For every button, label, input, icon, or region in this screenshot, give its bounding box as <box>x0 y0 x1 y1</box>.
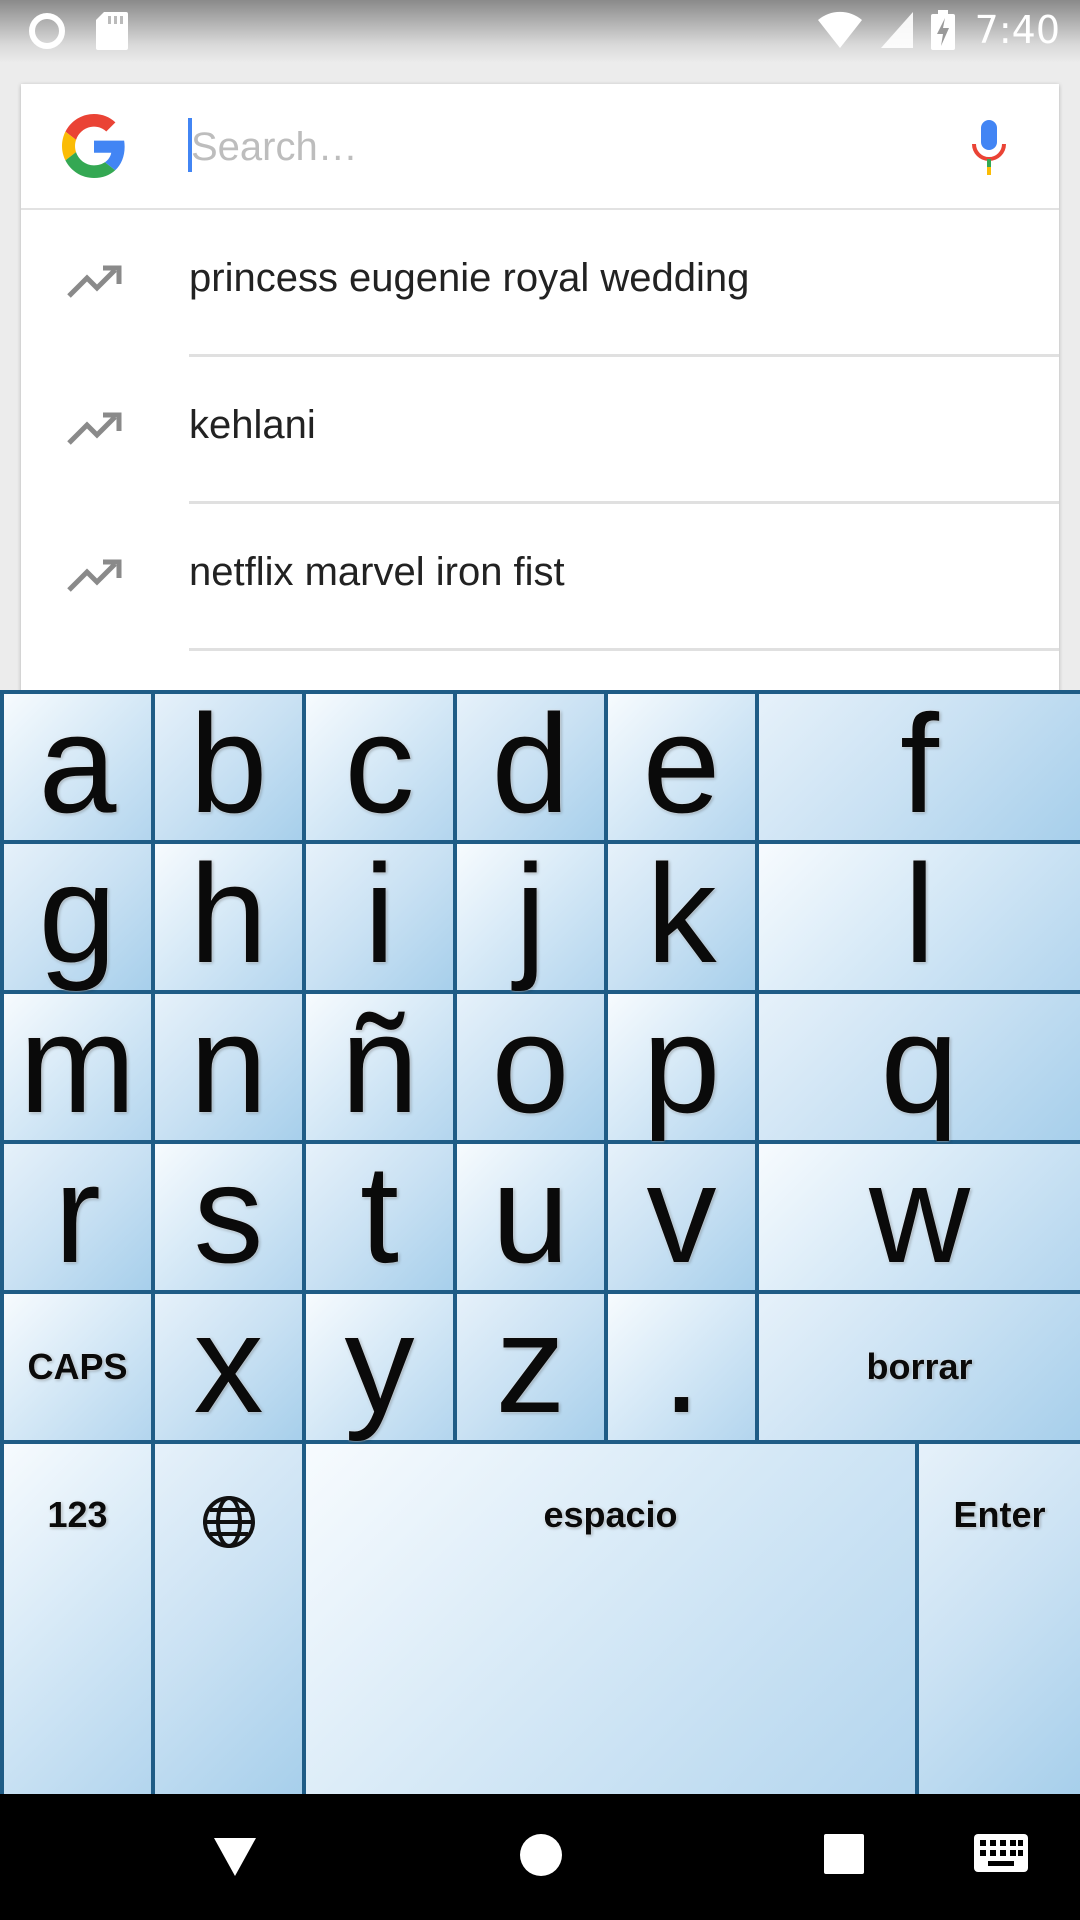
key-label: a <box>38 685 117 842</box>
key-label: n <box>189 985 268 1142</box>
key-r[interactable]: r <box>4 1144 151 1290</box>
key-z[interactable]: z <box>457 1294 604 1440</box>
key-label: borrar <box>866 1346 973 1387</box>
text-cursor <box>188 118 192 172</box>
status-time: 7:40 <box>974 8 1060 52</box>
key-g[interactable]: g <box>4 844 151 990</box>
on-screen-keyboard: 123 espacio Enter abcdefghijklmnñopqrstu… <box>0 690 1080 1794</box>
suggestion-item[interactable]: princess eugenie royal wedding <box>21 210 1059 357</box>
trending-icon <box>67 265 122 298</box>
key-label: g <box>38 835 117 992</box>
key-label: ñ <box>340 985 419 1142</box>
status-bar: 7:40 <box>0 0 1080 63</box>
key-label: v <box>646 1135 717 1292</box>
search-input[interactable] <box>185 112 945 182</box>
divider <box>189 648 1059 651</box>
key-h[interactable]: h <box>155 844 302 990</box>
key-label: r <box>54 1135 101 1292</box>
microphone-icon[interactable] <box>971 120 1007 176</box>
suggestion-label: netflix marvel iron fist <box>189 550 565 594</box>
key-e[interactable]: e <box>608 694 755 840</box>
key-f[interactable]: f <box>759 694 1080 840</box>
key-m[interactable]: m <box>4 994 151 1140</box>
trending-icon <box>67 559 122 592</box>
period-key[interactable]: . <box>608 1294 755 1440</box>
battery-charging-icon <box>930 10 955 50</box>
space-key[interactable]: espacio <box>306 1444 915 1794</box>
suggestion-item[interactable]: kehlani <box>21 357 1059 504</box>
enter-key[interactable]: Enter <box>919 1444 1080 1794</box>
key-label: p <box>642 985 721 1142</box>
key-label: Enter <box>953 1494 1046 1535</box>
suggestion-label: kehlani <box>189 403 316 447</box>
key-label: x <box>193 1285 264 1442</box>
key-p[interactable]: p <box>608 994 755 1140</box>
numbers-key[interactable]: 123 <box>4 1444 151 1794</box>
key-t[interactable]: t <box>306 1144 453 1290</box>
key-label: s <box>193 1135 264 1292</box>
key-label: u <box>491 1135 570 1292</box>
key-label: l <box>903 835 936 992</box>
key-label: w <box>868 1135 971 1292</box>
home-icon[interactable] <box>518 1832 564 1878</box>
key-label: b <box>189 685 268 842</box>
key-label: z <box>495 1285 566 1442</box>
key-x[interactable]: x <box>155 1294 302 1440</box>
key-w[interactable]: w <box>759 1144 1080 1290</box>
key-l[interactable]: l <box>759 844 1080 990</box>
key-label: 123 <box>47 1494 108 1535</box>
key-d[interactable]: d <box>457 694 604 840</box>
key-label: y <box>344 1285 415 1442</box>
key-label: k <box>646 835 717 992</box>
key-label: d <box>491 685 570 842</box>
delete-key[interactable]: borrar <box>759 1294 1080 1440</box>
search-bar <box>21 84 1059 210</box>
key-u[interactable]: u <box>457 1144 604 1290</box>
key-a[interactable]: a <box>4 694 151 840</box>
key-v[interactable]: v <box>608 1144 755 1290</box>
caps-key[interactable]: CAPS <box>4 1294 151 1440</box>
key-n[interactable]: n <box>155 994 302 1140</box>
key-label: c <box>344 685 415 842</box>
key-j[interactable]: j <box>457 844 604 990</box>
key-label: CAPS <box>27 1346 128 1387</box>
key-c[interactable]: c <box>306 694 453 840</box>
key-ñ[interactable]: ñ <box>306 994 453 1140</box>
key-s[interactable]: s <box>155 1144 302 1290</box>
key-label: . <box>662 1285 701 1442</box>
google-g-icon <box>62 114 125 178</box>
key-label: f <box>900 685 939 842</box>
wifi-icon <box>817 11 862 48</box>
key-label: espacio <box>543 1494 678 1535</box>
recents-icon[interactable] <box>824 1834 864 1874</box>
key-label: q <box>880 985 959 1142</box>
key-label: e <box>642 685 721 842</box>
key-i[interactable]: i <box>306 844 453 990</box>
sd-card-icon <box>96 12 128 50</box>
key-label: j <box>514 835 547 992</box>
globe-icon <box>202 1496 255 1548</box>
key-q[interactable]: q <box>759 994 1080 1140</box>
circle-notification-icon <box>29 13 65 49</box>
search-card: princess eugenie royal wedding kehlani n… <box>21 84 1059 704</box>
key-label: i <box>363 835 396 992</box>
key-label: t <box>360 1135 399 1292</box>
trending-icon <box>67 412 122 445</box>
keyboard-switch-icon[interactable] <box>974 1834 1028 1872</box>
suggestion-item[interactable]: netflix marvel iron fist <box>21 504 1059 651</box>
suggestion-label: princess eugenie royal wedding <box>189 256 750 300</box>
cell-signal-icon <box>880 12 913 48</box>
key-k[interactable]: k <box>608 844 755 990</box>
back-icon[interactable] <box>212 1834 258 1878</box>
navigation-bar <box>0 1794 1080 1920</box>
language-key[interactable] <box>155 1444 302 1794</box>
key-label: h <box>189 835 268 992</box>
key-label: m <box>19 985 136 1142</box>
key-o[interactable]: o <box>457 994 604 1140</box>
key-y[interactable]: y <box>306 1294 453 1440</box>
key-label: o <box>491 985 570 1142</box>
key-b[interactable]: b <box>155 694 302 840</box>
